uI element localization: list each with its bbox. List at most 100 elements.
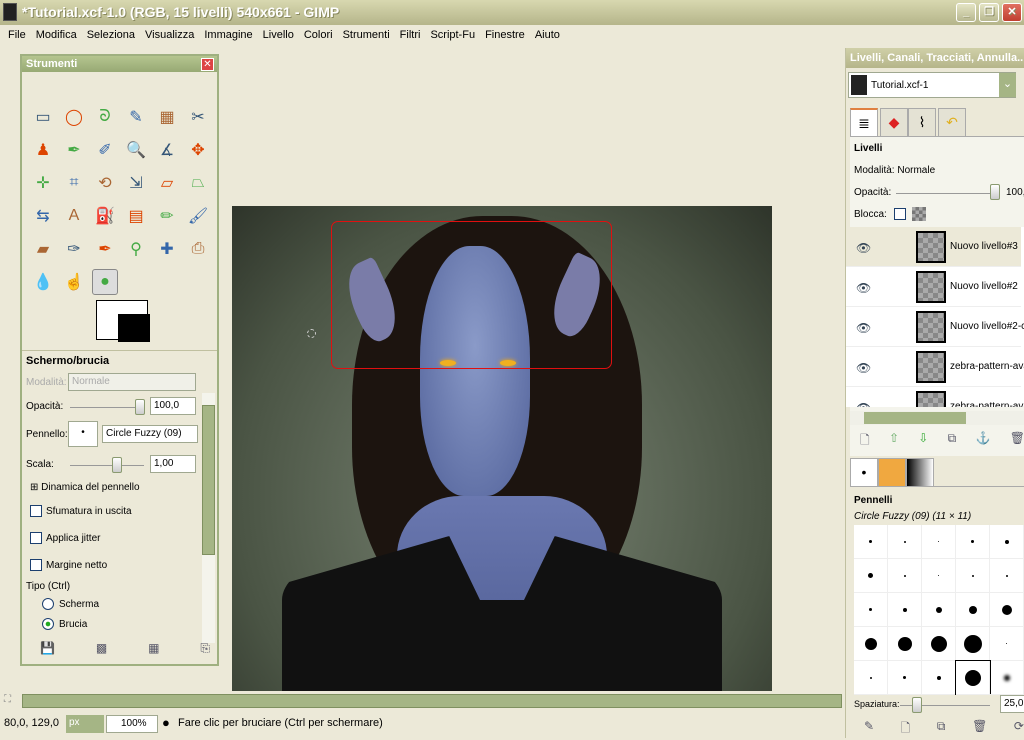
spacing-handle[interactable] xyxy=(912,697,922,713)
menu-strumenti[interactable]: Strumenti xyxy=(338,26,395,46)
brush-item[interactable] xyxy=(888,627,922,661)
brush-item[interactable] xyxy=(888,525,922,559)
layer-row[interactable]: 👁 Nuovo livello#3 xyxy=(846,227,1021,267)
ink-icon[interactable]: ✒ xyxy=(92,236,118,262)
hard-edge-checkbox[interactable] xyxy=(30,559,42,571)
text-icon[interactable]: A xyxy=(61,203,87,229)
edit-brush-icon[interactable]: ✎ xyxy=(864,719,874,740)
brush-item[interactable] xyxy=(990,525,1024,559)
restore-options-icon[interactable]: ▩ xyxy=(96,641,107,656)
brush-item[interactable] xyxy=(888,661,922,695)
zoom-icon[interactable]: 🔍 xyxy=(123,137,149,163)
unit-select[interactable]: px xyxy=(66,715,104,733)
blur-icon[interactable]: 💧 xyxy=(30,269,56,295)
bucket-fill-icon[interactable]: ⛽ xyxy=(92,203,118,229)
brush-name-field[interactable]: Circle Fuzzy (09) xyxy=(102,425,198,443)
menu-livello[interactable]: Livello xyxy=(258,26,299,46)
reset-options-icon[interactable]: ⎘ xyxy=(200,641,210,656)
scale-slider-handle[interactable] xyxy=(112,457,122,473)
heal-icon[interactable]: ✚ xyxy=(154,236,180,262)
brush-item[interactable] xyxy=(956,525,990,559)
foreground-select-icon[interactable]: ♟ xyxy=(30,137,56,163)
brush-item[interactable] xyxy=(922,627,956,661)
opacity-slider[interactable] xyxy=(70,407,140,408)
menu-immagine[interactable]: Immagine xyxy=(199,26,257,46)
brush-item[interactable] xyxy=(956,559,990,593)
zoom-select[interactable]: 100% xyxy=(106,715,158,733)
menu-modifica[interactable]: Modifica xyxy=(31,26,82,46)
layer-row[interactable]: 👁 Nuovo livello#2-copia xyxy=(846,307,1024,347)
brush-item[interactable] xyxy=(854,559,888,593)
pencil-icon[interactable]: ✏ xyxy=(154,203,180,229)
opacity-input[interactable]: 100,0 xyxy=(150,397,196,415)
paintbrush-icon[interactable]: 🖌 xyxy=(185,203,211,229)
paths-icon[interactable]: ✒ xyxy=(61,137,87,163)
anchor-icon[interactable]: ⚓ xyxy=(975,431,990,452)
delete-options-icon[interactable]: ▦ xyxy=(148,641,159,656)
scale-icon[interactable]: ⇲ xyxy=(123,170,149,196)
eye-icon[interactable]: 👁 xyxy=(856,361,871,375)
tab-undo[interactable]: ↶ xyxy=(938,108,966,136)
eye-icon[interactable]: 👁 xyxy=(856,401,871,407)
delete-brush-icon[interactable]: 🗑 xyxy=(972,719,987,740)
rect-select-icon[interactable]: ▭ xyxy=(30,104,56,130)
ellipse-select-icon[interactable]: ◯ xyxy=(61,104,87,130)
lasso-icon[interactable]: ᘐ xyxy=(92,104,118,130)
brush-preview-button[interactable]: • xyxy=(68,421,98,447)
opacity-slider-handle[interactable] xyxy=(135,399,145,415)
brush-item[interactable] xyxy=(990,593,1024,627)
eraser-icon[interactable]: ▰ xyxy=(30,236,56,262)
menu-colori[interactable]: Colori xyxy=(299,26,338,46)
brush-item[interactable] xyxy=(990,559,1024,593)
tab-brushes[interactable]: • xyxy=(850,458,878,486)
lower-layer-icon[interactable]: ⇩ xyxy=(918,431,928,452)
flip-icon[interactable]: ⇆ xyxy=(30,203,56,229)
duplicate-brush-icon[interactable]: ⧉ xyxy=(937,719,946,740)
brush-item[interactable] xyxy=(854,593,888,627)
options-scrollbar-thumb[interactable] xyxy=(202,405,215,555)
image-select[interactable]: Tutorial.xcf-1 ⌄ xyxy=(848,72,1016,98)
brush-item[interactable] xyxy=(922,559,956,593)
jitter-checkbox[interactable] xyxy=(30,532,42,544)
menu-aiuto[interactable]: Aiuto xyxy=(530,26,565,46)
scale-slider[interactable] xyxy=(70,465,144,466)
scale-input[interactable]: 1,00 xyxy=(150,455,196,473)
brush-item[interactable] xyxy=(888,593,922,627)
brush-item[interactable] xyxy=(990,661,1024,695)
brush-item[interactable] xyxy=(854,627,888,661)
navigate-icon[interactable]: ⛶ xyxy=(4,694,11,705)
menu-file[interactable]: File xyxy=(3,26,31,46)
eye-icon[interactable]: 👁 xyxy=(856,241,871,255)
close-button[interactable]: ✕ xyxy=(1002,3,1022,22)
fuzzy-select-icon[interactable]: ✎ xyxy=(123,104,149,130)
chevron-down-icon[interactable]: ⌄ xyxy=(999,73,1016,97)
spacing-input[interactable]: 25,0 xyxy=(1000,695,1024,713)
layer-opacity-value[interactable]: 100,0 xyxy=(1006,187,1024,198)
new-brush-icon[interactable]: 🗋 xyxy=(901,719,911,740)
brush-item[interactable] xyxy=(922,593,956,627)
brush-item[interactable] xyxy=(955,660,991,695)
menu-filtri[interactable]: Filtri xyxy=(395,26,426,46)
fade-checkbox[interactable] xyxy=(30,505,42,517)
brush-item[interactable] xyxy=(888,559,922,593)
brush-item[interactable] xyxy=(922,661,956,695)
mode-select[interactable]: Normale xyxy=(68,373,196,391)
clone-icon[interactable]: ⚲ xyxy=(123,236,149,262)
layer-row[interactable]: 👁 zebra-pattern-avatar xyxy=(846,347,1024,387)
move-icon[interactable]: ✥ xyxy=(185,137,211,163)
save-options-icon[interactable]: 💾 xyxy=(40,641,55,656)
minimize-button[interactable]: _ xyxy=(956,3,976,22)
rotate-icon[interactable]: ⟲ xyxy=(92,170,118,196)
brush-item[interactable] xyxy=(922,525,956,559)
menu-seleziona[interactable]: Seleziona xyxy=(82,26,140,46)
color-select-icon[interactable]: ▦ xyxy=(154,104,180,130)
airbrush-icon[interactable]: ✑ xyxy=(61,236,87,262)
tab-patterns[interactable] xyxy=(878,458,906,486)
new-layer-icon[interactable]: 🗋 xyxy=(860,431,870,452)
brush-item[interactable] xyxy=(854,525,888,559)
toolbox-close-button[interactable]: ✕ xyxy=(201,58,214,71)
brush-item[interactable] xyxy=(990,627,1024,661)
menu-visualizza[interactable]: Visualizza xyxy=(140,26,199,46)
options-scrollbar[interactable] xyxy=(202,393,215,643)
measure-icon[interactable]: ∡ xyxy=(154,137,180,163)
